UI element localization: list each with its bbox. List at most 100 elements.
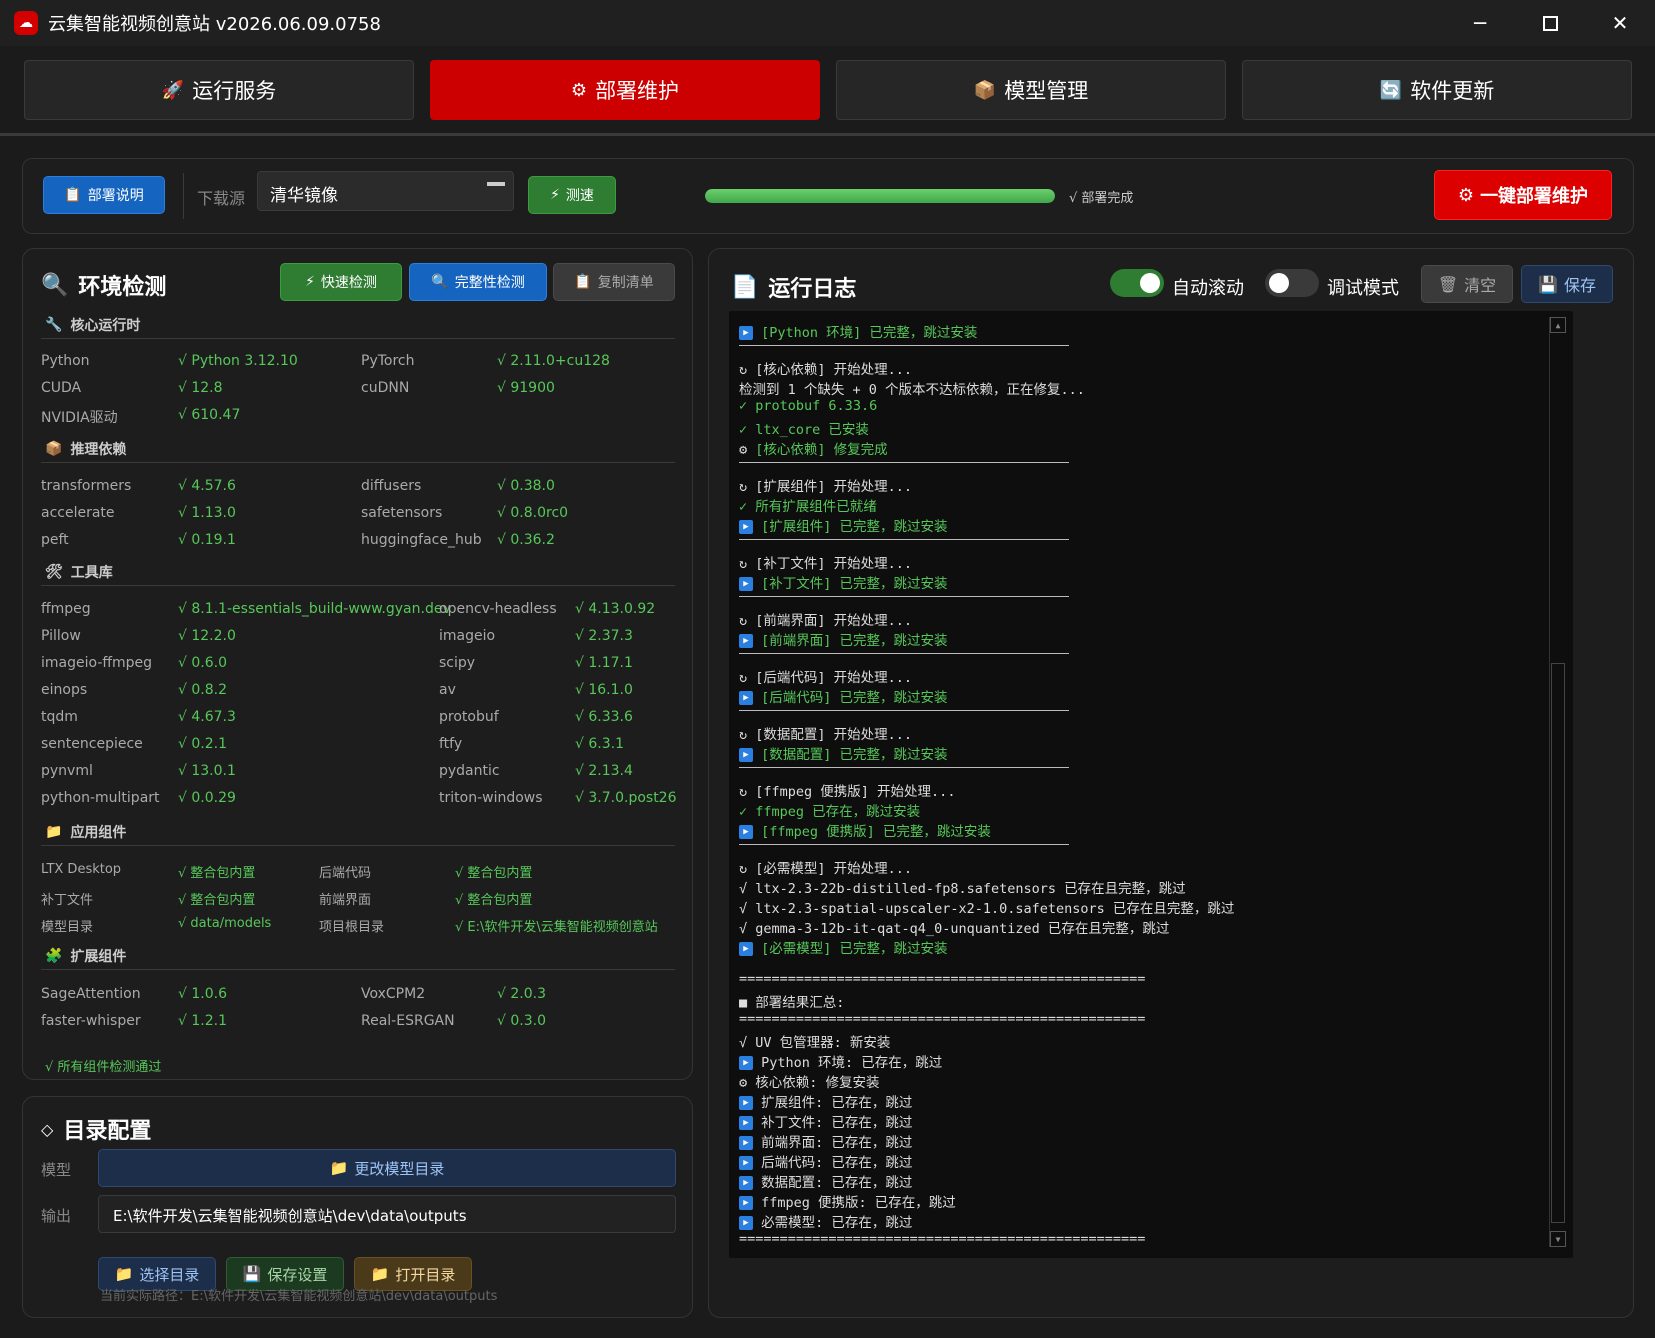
env-item-status: √ 0.36.2 [497,532,555,548]
env-item-name: 项目根目录 [319,920,385,935]
env-item-name: huggingface_hub [361,532,482,548]
toggle-knob [1269,273,1289,293]
env-item-name: pydantic [439,763,500,779]
env-item-status: √ 整合包内置 [455,893,533,908]
output-dir-input[interactable]: E:\软件开发\云集智能视频创意站\dev\data\outputs [98,1195,676,1233]
log-divider [739,767,1069,768]
check-icon: ✓ [739,398,748,414]
log-line: ✓ 所有扩展组件已就绪 [739,495,877,515]
env-item-name: tqdm [41,709,78,725]
log-line: ▶ [后端代码] 已完整，跳过安装 [739,686,948,706]
log-line: ========================================… [739,1011,1145,1027]
log-text: Python 环境: 已存在，跳过 [761,1055,943,1071]
clipboard-icon: 📋 [64,187,82,203]
log-text: [核心依赖] 修复完成 [755,442,888,458]
env-item-name: sentencepiece [41,736,143,752]
env-item-name: NVIDIA驱动 [41,410,118,426]
env-item-status: √ 1.0.6 [178,986,227,1002]
debug-mode-toggle[interactable] [1265,269,1319,297]
floppy-icon: 💾 [1538,274,1558,294]
download-source-select[interactable]: 清华镜像 [257,171,514,211]
log-line: ========================================… [739,971,1145,987]
env-item-name: protobuf [439,709,499,725]
dir-config-panel: ◇ 目录配置 模型 📁 更改模型目录 输出 E:\软件开发\云集智能视频创意站\de… [22,1096,693,1318]
env-item-name: 模型目录 [41,920,94,935]
loop-icon: ↻ [739,362,748,378]
tab-label: 软件更新 [1410,79,1495,103]
log-line: ▶ Python 环境: 已存在，跳过 [739,1051,942,1071]
tab-deploy-maintain[interactable]: ⚙ 部署维护 [430,60,820,120]
scroll-up-icon[interactable]: ▲ [1550,317,1566,333]
current-path-hint: 当前实际路径：E:\软件开发\云集智能视频创意站\dev\data\output… [100,1289,498,1304]
maximize-icon [1542,15,1558,31]
maximize-button[interactable] [1515,0,1585,46]
log-line: ▶ [Python 环境] 已完整，跳过安装 [739,321,977,341]
log-divider [739,462,1069,463]
env-item-status: √ data/models [178,916,272,931]
debug-mode-label: 调试模式 [1327,278,1399,299]
log-line: √ ltx-2.3-22b-distilled-fp8.safetensors … [739,877,1186,897]
env-item-name: faster-whisper [41,1013,141,1029]
deploy-progress-bar [705,189,1055,203]
log-text: 数据配置: 已存在，跳过 [761,1175,913,1191]
tab-label: 模型管理 [1004,79,1089,103]
log-line: ▶ 必需模型: 已存在，跳过 [739,1211,912,1231]
log-text: ========================================… [739,1231,1146,1247]
magnifier-icon: 🔍 [41,272,69,298]
log-divider [739,539,1069,540]
log-line: ▶ [必需模型] 已完整，跳过安装 [739,937,948,957]
clear-log-button[interactable]: 🗑 清空 [1421,265,1513,303]
log-scrollbar[interactable]: ▲ ▼ [1549,317,1566,1247]
deploy-doc-button[interactable]: 📋 部署说明 [43,176,165,214]
env-item-name: SageAttention [41,986,141,1002]
progress-status: √ 部署完成 [1069,191,1134,206]
env-item-name: VoxCPM2 [361,986,426,1002]
env-item-name: ffmpeg [41,601,91,617]
one-click-deploy-button[interactable]: ⚙ 一键部署维护 [1434,170,1612,220]
env-item-status: √ 4.13.0.92 [575,601,656,617]
log-line: ⚙ 核心依赖: 修复安装 [739,1071,880,1091]
env-item-name: diffusers [361,478,422,494]
skip-icon: ▶ [739,326,753,340]
window-title: 云集智能视频创意站 v2026.06.09.0758 [48,14,381,35]
skip-icon: ▶ [739,1156,753,1170]
env-item-name: Python [41,353,90,369]
copy-list-button[interactable]: 📋 复制清单 [553,263,675,301]
tabs-divider [0,133,1655,136]
log-text: [前端界面] 已完整，跳过安装 [761,633,948,649]
skip-icon: ▶ [739,577,753,591]
section-divider [41,845,675,846]
scroll-down-icon[interactable]: ▼ [1550,1231,1566,1247]
change-model-dir-button[interactable]: 📁 更改模型目录 [98,1149,676,1187]
tab-model-manage[interactable]: 📦 模型管理 [836,60,1226,120]
dropdown-icon [487,182,505,186]
speed-test-button[interactable]: ⚡ 测速 [528,176,616,214]
log-text: [前端界面] 开始处理... [755,613,913,629]
minimize-button[interactable]: ─ [1445,0,1515,46]
skip-icon: ▶ [739,1136,753,1150]
full-check-button[interactable]: 🔍 完整性检测 [409,263,547,301]
log-text: 所有扩展组件已就绪 [755,499,877,515]
env-item-status: √ Python 3.12.10 [178,353,298,369]
log-text: [必需模型] 已完整，跳过安装 [761,941,948,957]
skip-icon: ▶ [739,1116,753,1130]
quick-check-button[interactable]: ⚡ 快速检测 [280,263,402,301]
scroll-thumb[interactable] [1551,663,1565,1223]
close-button[interactable]: ✕ [1585,0,1655,46]
tab-run-service[interactable]: 🚀 运行服务 [24,60,414,120]
tab-software-update[interactable]: 🔄 软件更新 [1242,60,1632,120]
magnifier-icon: 🔍 [431,274,449,290]
env-item-status: √ 2.0.3 [497,986,546,1002]
env-item-status: √ 0.38.0 [497,478,555,494]
loop-icon: ↻ [739,784,748,800]
refresh-icon: 🔄 [1379,79,1403,101]
log-output[interactable]: ▲ ▼ ▶ [Python 环境] 已完整，跳过安装 ↻ [核心依赖] 开始处理.… [729,311,1573,1258]
tab-label: 部署维护 [595,79,680,103]
log-text: [核心依赖] 开始处理... [755,362,913,378]
log-text: [必需模型] 开始处理... [755,861,913,877]
env-item-status: √ 12.8 [178,380,223,396]
log-text: ffmpeg 已存在，跳过安装 [755,804,921,820]
auto-scroll-toggle[interactable] [1110,269,1164,297]
env-item-status: √ 0.6.0 [178,655,227,671]
save-log-button[interactable]: 💾 保存 [1521,265,1613,303]
